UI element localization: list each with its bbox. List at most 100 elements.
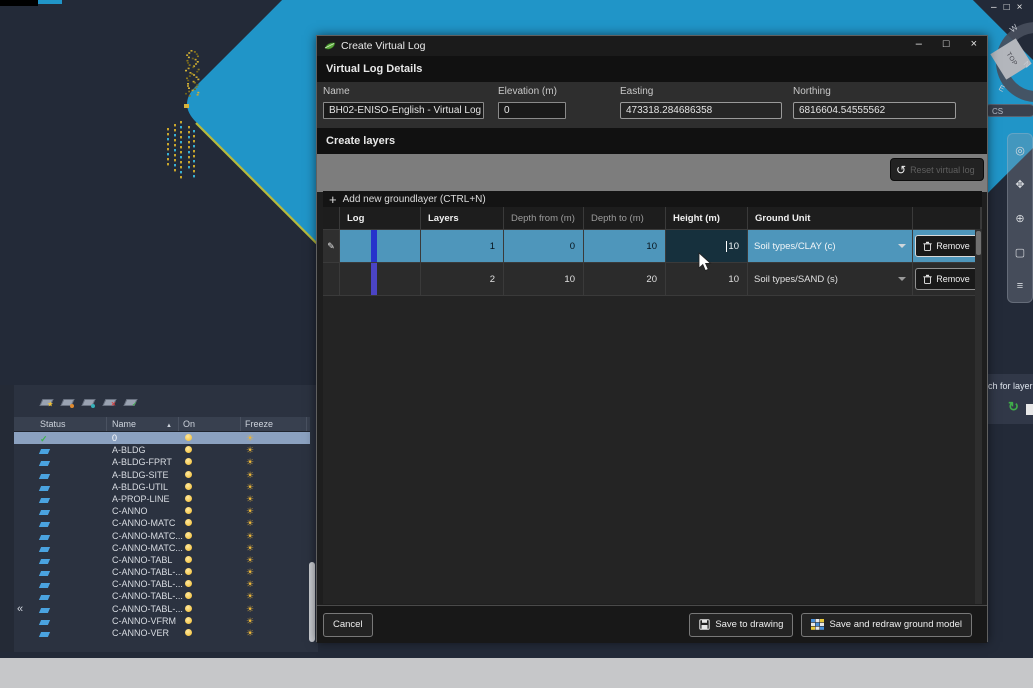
app-minimize-button[interactable]: – (991, 2, 997, 13)
layer-on-bulb-icon[interactable] (185, 519, 192, 526)
layer-row[interactable]: C-ANNO-TABL☀ (14, 554, 310, 566)
table-row[interactable]: 2 10 20 10 Soil types/SAND (s) Rem (323, 263, 982, 296)
layer-row[interactable]: A-BLDG-UTIL☀ (14, 481, 310, 493)
reset-virtual-log-button[interactable]: ↺ Reset virtual log (890, 158, 984, 181)
layer-freeze-sun-icon[interactable]: ☀ (246, 627, 254, 639)
layer-row[interactable]: C-ANNO-MATC...☀ (14, 542, 310, 554)
header-layers[interactable]: Layers (421, 207, 503, 229)
layer-freeze-sun-icon[interactable]: ☀ (246, 542, 254, 554)
layer-on-bulb-icon[interactable] (185, 446, 192, 453)
layer-on-bulb-icon[interactable] (185, 507, 192, 514)
column-status[interactable]: Status (40, 418, 66, 430)
dialog-titlebar[interactable]: Create Virtual Log – □ × (317, 36, 987, 56)
layer-freeze-sun-icon[interactable]: ☀ (246, 505, 254, 517)
wcs-selector[interactable]: CS (984, 104, 1033, 117)
column-name[interactable]: Name (112, 418, 136, 430)
dialog-close-button[interactable]: × (971, 38, 977, 50)
layer-freeze-sun-icon[interactable]: ☀ (246, 517, 254, 529)
northing-field[interactable] (793, 102, 956, 119)
layer-on-bulb-icon[interactable] (185, 580, 192, 587)
layer-on-bulb-icon[interactable] (185, 592, 192, 599)
layer-row[interactable]: C-ANNO-TABL-...☀ (14, 566, 310, 578)
table-scrollbar-thumb[interactable] (976, 231, 981, 255)
layer-on-bulb-icon[interactable] (185, 495, 192, 502)
layer-on-bulb-icon[interactable] (185, 458, 192, 465)
add-groundlayer-button[interactable]: + Add new groundlayer (CTRL+N) (323, 191, 982, 207)
layer-freeze-sun-icon[interactable]: ☀ (246, 615, 254, 627)
layer-on-bulb-icon[interactable] (185, 471, 192, 478)
layer-on-bulb-icon[interactable] (185, 483, 192, 490)
layer-on-bulb-icon[interactable] (185, 544, 192, 551)
nav-more-icon[interactable]: ≡ (1017, 280, 1023, 292)
layer-on-bulb-icon[interactable] (185, 532, 192, 539)
name-field[interactable] (323, 102, 484, 119)
ground-unit-dropdown[interactable]: Soil types/SAND (s) (748, 263, 912, 295)
remove-row-button[interactable]: Remove (915, 268, 978, 290)
depth-from-cell[interactable]: 10 (504, 263, 583, 295)
new-layer-frozen-icon[interactable] (61, 397, 74, 408)
layer-freeze-sun-icon[interactable]: ☀ (246, 554, 254, 566)
elevation-field[interactable] (498, 102, 566, 119)
layer-row[interactable]: A-PROP-LINE☀ (14, 493, 310, 505)
header-depth-from[interactable]: Depth from (m) (504, 207, 583, 229)
layer-freeze-sun-icon[interactable]: ☀ (246, 578, 254, 590)
layer-row[interactable]: A-BLDG☀ (14, 444, 310, 456)
layer-row[interactable]: C-ANNO-TABL-...☀ (14, 590, 310, 602)
nav-zoom-icon[interactable]: ⊕ (1015, 212, 1024, 225)
depth-from-cell[interactable]: 0 (504, 230, 583, 262)
save-to-drawing-button[interactable]: Save to drawing (689, 613, 793, 637)
layer-row[interactable]: C-ANNO☀ (14, 505, 310, 517)
depth-to-cell[interactable]: 20 (584, 263, 665, 295)
layer-row[interactable]: C-ANNO-MATC...☀ (14, 530, 310, 542)
layers-cell[interactable]: 1 (421, 230, 503, 262)
table-scrollbar[interactable] (975, 229, 982, 604)
cancel-button[interactable]: Cancel (323, 613, 373, 637)
new-layer-icon[interactable]: ★ (40, 397, 53, 408)
header-height[interactable]: Height (m) (666, 207, 747, 229)
layer-on-bulb-icon[interactable] (185, 434, 192, 441)
layer-row[interactable]: C-ANNO-VER☀ (14, 627, 310, 639)
navigation-bar[interactable]: ◎ ✥ ⊕ ▢ ≡ (1007, 133, 1033, 303)
layer-freeze-sun-icon[interactable]: ☀ (246, 603, 254, 615)
layers-cell[interactable]: 2 (421, 263, 503, 295)
table-row[interactable]: ✎ 1 0 10 10 Soil types/CLAY (c) (323, 230, 982, 263)
layer-on-bulb-icon[interactable] (185, 556, 192, 563)
depth-to-cell[interactable]: 10 (584, 230, 665, 262)
layer-row[interactable]: ✓0☀ (14, 432, 310, 444)
dialog-minimize-button[interactable]: – (916, 38, 922, 50)
layer-row[interactable]: C-ANNO-TABL-...☀ (14, 578, 310, 590)
layer-freeze-sun-icon[interactable]: ☀ (246, 566, 254, 578)
layer-search-input[interactable]: rch for layer (985, 381, 1033, 391)
layer-row[interactable]: A-BLDG-FPRT☀ (14, 456, 310, 468)
layer-freeze-sun-icon[interactable]: ☀ (246, 530, 254, 542)
dialog-maximize-button[interactable]: □ (943, 38, 950, 50)
remove-row-button[interactable]: Remove (915, 235, 978, 257)
header-log[interactable]: Log (340, 207, 420, 229)
nav-fullnav-icon[interactable]: ◎ (1015, 144, 1025, 157)
layer-row[interactable]: A-BLDG-SITE☀ (14, 469, 310, 481)
freeze-layer-icon[interactable] (82, 397, 95, 408)
refresh-icon[interactable]: ↻ (1008, 399, 1019, 415)
easting-field[interactable] (620, 102, 782, 119)
set-current-layer-icon[interactable]: ✓ (124, 397, 137, 408)
column-on[interactable]: On (183, 418, 195, 430)
nav-orbit-icon[interactable]: ▢ (1015, 246, 1025, 259)
layer-on-bulb-icon[interactable] (185, 568, 192, 575)
column-freeze[interactable]: Freeze (245, 418, 273, 430)
log-cell[interactable] (340, 263, 420, 295)
save-redraw-ground-model-button[interactable]: Save and redraw ground model (801, 613, 972, 637)
layer-freeze-sun-icon[interactable]: ☀ (246, 469, 254, 481)
layer-on-bulb-icon[interactable] (185, 617, 192, 624)
app-close-button[interactable]: × (1017, 2, 1023, 13)
log-cell[interactable] (340, 230, 420, 262)
layer-freeze-sun-icon[interactable]: ☀ (246, 432, 254, 444)
app-maximize-button[interactable]: □ (1004, 2, 1010, 13)
delete-layer-icon[interactable]: ✕ (103, 397, 116, 408)
ground-unit-dropdown[interactable]: Soil types/CLAY (c) (748, 230, 912, 262)
header-ground-unit[interactable]: Ground Unit (748, 207, 912, 229)
layer-on-bulb-icon[interactable] (185, 605, 192, 612)
layer-freeze-sun-icon[interactable]: ☀ (246, 590, 254, 602)
layer-row[interactable]: C-ANNO-MATC☀ (14, 517, 310, 529)
header-depth-to[interactable]: Depth to (m) (584, 207, 665, 229)
layer-freeze-sun-icon[interactable]: ☀ (246, 444, 254, 456)
